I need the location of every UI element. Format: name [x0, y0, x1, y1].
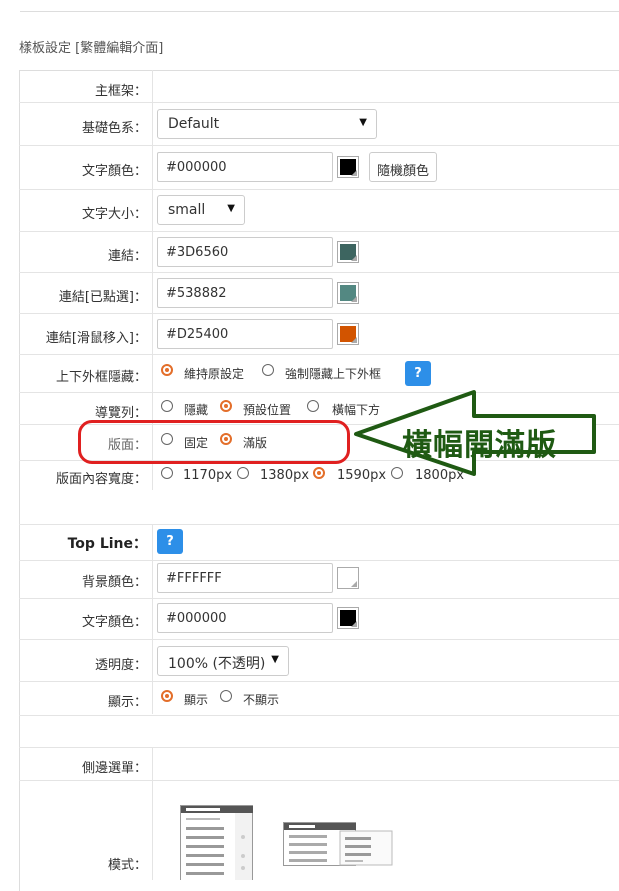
column-divider [152, 524, 153, 714]
radio-1590[interactable] [313, 467, 325, 479]
random-color-button[interactable]: 隨機顏色 [369, 152, 438, 182]
radio-label: 隱藏 [184, 403, 209, 417]
color-picker-swatch[interactable] [337, 156, 359, 178]
help-icon[interactable]: ? [405, 361, 431, 386]
base-color-value: Default [168, 116, 220, 132]
top-line-text-color-input[interactable]: #000000 [157, 603, 333, 633]
link-visited-input[interactable]: #538882 [157, 278, 333, 308]
row-divider [19, 560, 619, 561]
navbar-label: 導覽列： [94, 406, 147, 421]
row-divider [19, 747, 619, 748]
text-color-input[interactable]: #000000 [157, 152, 333, 182]
row-divider [19, 354, 619, 355]
link-color-input[interactable]: #3D6560 [157, 237, 333, 267]
row-divider [19, 189, 619, 190]
top-line-text-color-label: 文字顏色： [81, 615, 147, 630]
radio-label: 強制隱藏上下外框 [285, 367, 382, 381]
radio-keep-original[interactable] [161, 364, 173, 376]
color-picker-swatch[interactable] [337, 607, 359, 629]
row-divider [19, 313, 619, 314]
radio-label: 1170px [183, 468, 233, 483]
text-color-label: 文字顏色： [81, 164, 147, 179]
text-size-select[interactable]: small ▼ [157, 195, 245, 225]
text-size-label: 文字大小： [81, 207, 147, 222]
link-hover-label: 連結[滑鼠移入]： [45, 331, 147, 346]
link-visited-label: 連結[已點選]： [58, 290, 147, 305]
chevron-down-icon: ▼ [271, 654, 279, 665]
row-divider [19, 145, 619, 146]
opacity-value: 100% (不透明) [168, 656, 266, 672]
content-width-label: 版面內容寬度： [55, 472, 147, 487]
row-divider [19, 231, 619, 232]
color-picker-swatch[interactable] [337, 241, 359, 263]
row-divider [19, 715, 619, 716]
page-title: 樣板設定 [繁體編輯介面] [19, 41, 164, 56]
annotation-text: 橫幅開滿版 [402, 428, 557, 463]
chevron-down-icon: ▼ [227, 203, 235, 214]
bg-color-label: 背景顏色： [81, 575, 147, 590]
column-divider [152, 747, 153, 880]
row-divider [19, 780, 619, 781]
text-size-value: small [168, 202, 206, 218]
row-divider [19, 272, 619, 273]
base-color-label: 基礎色系： [81, 121, 147, 136]
opacity-label: 透明度： [94, 658, 147, 673]
base-color-select[interactable]: Default ▼ [157, 109, 377, 139]
radio-below-banner[interactable] [307, 400, 319, 412]
radio-1380[interactable] [237, 467, 249, 479]
help-icon[interactable]: ? [157, 529, 183, 554]
radio-label: 預設位置 [243, 403, 292, 417]
outer-frame-hide-label: 上下外框隱藏： [55, 370, 147, 385]
caret-icon [351, 170, 357, 176]
radio-label: 顯示 [184, 693, 209, 707]
color-picker-swatch[interactable] [337, 323, 359, 345]
caret-icon [351, 255, 357, 261]
radio-hidden[interactable] [161, 400, 173, 412]
display-label: 顯示： [107, 695, 147, 710]
top-line-heading: Top Line： [67, 536, 147, 552]
radio-label: 不顯示 [243, 693, 280, 707]
row-divider [19, 524, 619, 525]
caret-icon [351, 296, 357, 302]
chevron-down-icon: ▼ [359, 117, 367, 128]
highlight-box [78, 420, 350, 464]
row-divider [19, 681, 619, 682]
caret-icon [351, 621, 357, 627]
radio-1170[interactable] [161, 467, 173, 479]
radio-hide[interactable] [220, 690, 232, 702]
opacity-select[interactable]: 100% (不透明) ▼ [157, 646, 289, 676]
link-color-label: 連結： [107, 249, 147, 264]
row-divider [19, 598, 619, 599]
radio-show[interactable] [161, 690, 173, 702]
color-picker-swatch[interactable] [337, 567, 359, 589]
main-frame-heading: 主框架： [94, 84, 147, 99]
radio-label: 1380px [260, 468, 310, 483]
radio-force-hide[interactable] [262, 364, 274, 376]
side-menu-heading: 側邊選單： [81, 761, 147, 776]
caret-icon [351, 337, 357, 343]
layout-overlay-icon[interactable] [283, 822, 393, 867]
link-hover-input[interactable]: #D25400 [157, 319, 333, 349]
top-divider [20, 11, 619, 12]
radio-label: 維持原設定 [184, 367, 245, 381]
color-picker-swatch[interactable] [337, 282, 359, 304]
bg-color-input[interactable]: #FFFFFF [157, 563, 333, 593]
style-label: 模式： [107, 858, 147, 873]
row-divider [19, 102, 619, 103]
row-divider [19, 639, 619, 640]
caret-icon [351, 581, 357, 587]
radio-default-position[interactable] [220, 400, 232, 412]
layout-vertical-icon[interactable] [180, 805, 254, 880]
